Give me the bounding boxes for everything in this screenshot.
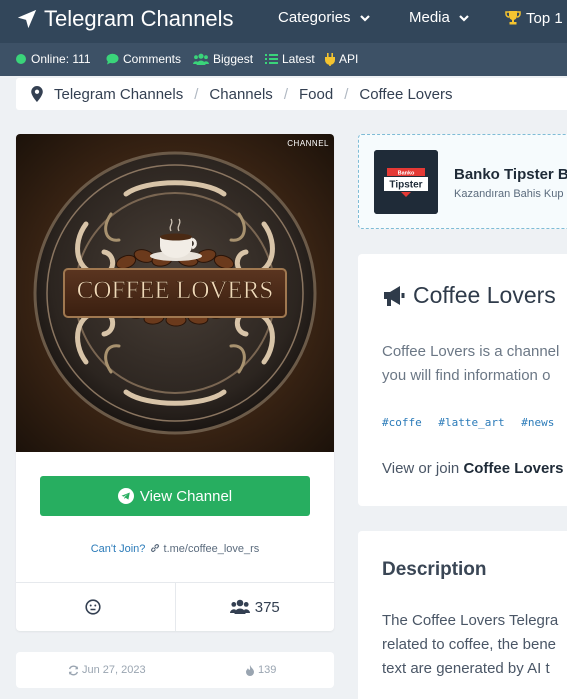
cant-join-link[interactable]: Can't Join? [91,543,146,555]
join-prefix: View or join [382,460,464,477]
channel-info-card: Coffee Lovers Coffee Lovers is a channel… [358,254,567,506]
online-status: Online: 111 [16,52,91,66]
users-icon [193,53,209,65]
nav-media[interactable]: Media [409,9,470,26]
breadcrumb-separator: / [283,85,288,103]
subnav-comments[interactable]: Comments [106,52,181,66]
ad-logo-top-text: Banko [398,171,415,177]
neutral-face-icon [85,599,101,615]
breadcrumb-separator: / [194,85,199,103]
map-marker-icon [31,86,43,102]
view-channel-button[interactable]: View Channel [40,476,310,516]
tag-link[interactable]: #news [521,416,554,429]
updated-date-label: Jun 27, 2023 [82,664,146,676]
chevron-down-icon [459,14,469,22]
list-icon [265,54,278,64]
reaction-stat[interactable] [16,583,175,631]
sub-navbar: Online: 111 Comments Biggest Latest API [0,43,567,76]
breadcrumb-current: Coffee Lovers [359,85,453,103]
cover-text: COFFEE LOVERS [77,277,274,304]
channel-cover-image: COFFEE LOVERS [16,134,334,452]
chevron-down-icon [359,14,370,22]
channel-title: Coffee Lovers [382,282,556,309]
bullhorn-icon [384,285,405,306]
tag-link[interactable]: #coffe [382,416,422,429]
description-text: The Coffee Lovers Telegra related to cof… [382,609,558,681]
users-icon [229,599,250,614]
nav-categories-label: Categories [278,9,351,26]
refresh-icon [68,665,79,675]
subnav-api[interactable]: API [325,52,358,66]
breadcrumb-food[interactable]: Food [299,86,333,103]
top-navbar: Telegram Channels Categories Media Top 1 [0,0,567,43]
nav-categories[interactable]: Categories [278,9,371,26]
subnav-comments-label: Comments [123,52,182,66]
join-channel-name[interactable]: Coffee Lovers [463,460,563,477]
description-line: The Coffee Lovers Telegra [382,612,559,629]
subscriber-count: 375 [254,598,280,616]
views-count-label: 139 [258,664,277,676]
ad-title: Banko Tipster B [454,166,567,183]
view-channel-label: View Channel [139,487,233,505]
comment-icon [106,53,119,65]
online-count: Online: 111 [31,52,91,66]
nav-top[interactable]: Top 1 [504,9,563,27]
subnav-biggest[interactable]: Biggest [193,52,253,66]
breadcrumb-separator: / [344,85,349,103]
subnav-biggest-label: Biggest [213,52,254,66]
ad-logo: Banko Tipster [374,150,438,214]
updated-date: Jun 27, 2023 [68,664,146,676]
summary-line: Coffee Lovers is a channel [382,343,560,360]
telegram-icon [117,488,134,504]
nav-media-label: Media [409,9,450,26]
fire-icon [246,664,254,676]
brand-link[interactable]: Telegram Channels [16,6,234,32]
channel-card: COFFEE LOVERS CHANNEL View Channel Can't… [16,134,334,631]
stats-row: 375 [16,582,334,631]
brand-title: Telegram Channels [44,6,234,31]
ad-subtitle: Kazandıran Bahis Kup [454,188,564,200]
description-card: Description The Coffee Lovers Telegra re… [358,531,567,699]
nav-top-label: Top 1 [526,9,563,27]
summary-line: you will find information o [382,367,551,384]
subnav-latest-label: Latest [282,52,315,66]
breadcrumb-home[interactable]: Telegram Channels [54,86,183,103]
channel-badge: CHANNEL [287,139,329,148]
tag-list: #coffe #latte_art #news # [382,416,567,429]
breadcrumb-channels[interactable]: Channels [209,86,272,103]
sponsored-ad[interactable]: Banko Tipster Banko Tipster B Kazandıran… [358,134,567,229]
link-icon [151,544,160,552]
online-dot-icon [16,54,26,64]
cant-join-row: Can't Join? t.me/coffee_love_rs [16,543,334,555]
description-line: text are generated by AI t [382,660,550,677]
location-arrow-icon [17,9,37,29]
subnav-api-label: API [339,52,359,66]
plug-icon [325,52,335,66]
tag-link[interactable]: #latte_art [438,416,504,429]
meta-card: Jun 27, 2023 139 [16,652,334,688]
channel-url[interactable]: t.me/coffee_love_rs [164,543,260,555]
ad-logo-main-text: Tipster [389,180,422,191]
views-count: 139 [245,664,276,676]
trophy-icon [505,11,521,25]
subscribers-stat: 375 [174,583,335,631]
description-line: related to coffee, the bene [382,636,557,653]
join-text: View or join Coffee Lovers [382,460,563,477]
breadcrumb: Telegram Channels / Channels / Food / Co… [16,78,567,110]
description-title: Description [382,559,487,580]
subnav-latest[interactable]: Latest [265,52,315,66]
channel-title-text: Coffee Lovers [413,282,556,308]
channel-summary: Coffee Lovers is a channel you will find… [382,340,567,388]
